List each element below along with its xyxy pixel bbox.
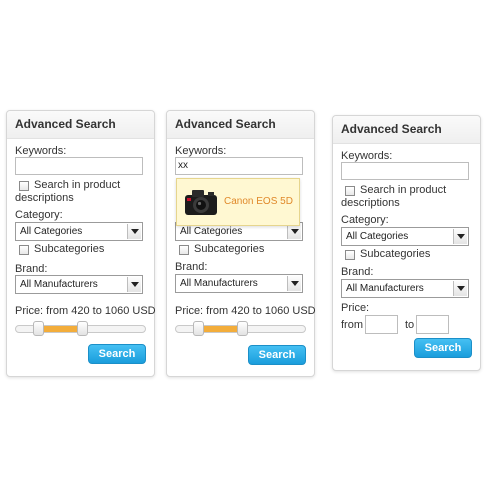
advanced-search-panel-inputs: Advanced Search Keywords: Search in prod… (332, 115, 481, 371)
camera-icon (185, 190, 217, 215)
brand-select[interactable]: All Manufacturers (341, 279, 469, 298)
price-slider[interactable] (15, 321, 146, 336)
subcategories-label: Subcategories (360, 248, 431, 260)
price-slider[interactable] (175, 321, 306, 336)
brand-select[interactable]: All Manufacturers (15, 275, 143, 294)
search-in-descriptions-label-line1: Search in product (34, 179, 121, 191)
category-label: Category: (15, 209, 63, 221)
subcategories-checkbox[interactable] (179, 245, 189, 255)
subcategories-checkbox[interactable] (19, 245, 29, 255)
search-in-descriptions-checkbox[interactable] (345, 186, 355, 196)
brand-label: Brand: (15, 263, 48, 275)
brand-select[interactable]: All Manufacturers (175, 274, 303, 293)
category-select[interactable]: All Categories (15, 222, 143, 241)
price-slider-max-handle[interactable] (77, 321, 89, 336)
panel-title: Advanced Search (167, 111, 314, 139)
category-selected-value: All Categories (346, 231, 409, 242)
price-from-input[interactable] (365, 315, 398, 334)
price-from-label: from (341, 319, 363, 331)
search-in-descriptions-label-line2: descriptions (15, 192, 74, 204)
brand-label: Brand: (175, 261, 208, 273)
search-in-descriptions-label-line2: descriptions (341, 197, 400, 209)
keywords-label: Keywords: (341, 150, 393, 162)
advanced-search-panel-suggest: Advanced Search Keywords: xx Canon EOS 5… (166, 110, 316, 377)
subcategories-checkbox[interactable] (345, 250, 355, 260)
subcategories-label: Subcategories (194, 243, 265, 255)
keywords-input[interactable] (15, 157, 143, 175)
price-slider-min-handle[interactable] (193, 321, 205, 336)
brand-selected-value: All Manufacturers (180, 278, 258, 289)
keywords-input[interactable] (341, 162, 469, 180)
search-button[interactable]: Search (414, 338, 472, 358)
brand-selected-value: All Manufacturers (346, 283, 424, 294)
price-to-input[interactable] (416, 315, 449, 334)
advanced-search-panel-slider: Advanced Search Keywords: Search in prod… (6, 110, 156, 377)
price-to-label: to (405, 319, 415, 331)
category-label: Category: (341, 214, 389, 226)
panel-title: Advanced Search (7, 111, 154, 139)
price-slider-max-handle[interactable] (237, 321, 249, 336)
suggestion-text: Canon EOS 5D (224, 196, 293, 207)
price-slider-min-handle[interactable] (33, 321, 45, 336)
category-selected-value: All Categories (180, 226, 243, 237)
search-button[interactable]: Search (248, 345, 306, 365)
brand-label: Brand: (341, 266, 374, 278)
price-label: Price: (341, 302, 370, 314)
chevron-down-icon (127, 224, 141, 239)
price-range-label: Price: from 420 to 1060 USD (15, 305, 156, 317)
chevron-down-icon (127, 277, 141, 292)
chevron-down-icon (287, 276, 301, 291)
keywords-label: Keywords: (175, 145, 227, 157)
keywords-label: Keywords: (15, 145, 67, 157)
price-range-label: Price: from 420 to 1060 USD (175, 305, 316, 317)
search-button[interactable]: Search (88, 344, 146, 364)
chevron-down-icon (287, 224, 301, 239)
subcategories-label: Subcategories (34, 243, 105, 255)
chevron-down-icon (453, 229, 467, 244)
brand-selected-value: All Manufacturers (20, 279, 98, 290)
keywords-input[interactable]: xx (175, 157, 303, 175)
category-selected-value: All Categories (20, 226, 83, 237)
panel-title: Advanced Search (333, 116, 480, 144)
chevron-down-icon (453, 281, 467, 296)
autocomplete-suggestion[interactable]: Canon EOS 5D (176, 178, 300, 226)
search-in-descriptions-label-line1: Search in product (360, 184, 447, 196)
search-in-descriptions-checkbox[interactable] (19, 181, 29, 191)
category-select[interactable]: All Categories (341, 227, 469, 246)
